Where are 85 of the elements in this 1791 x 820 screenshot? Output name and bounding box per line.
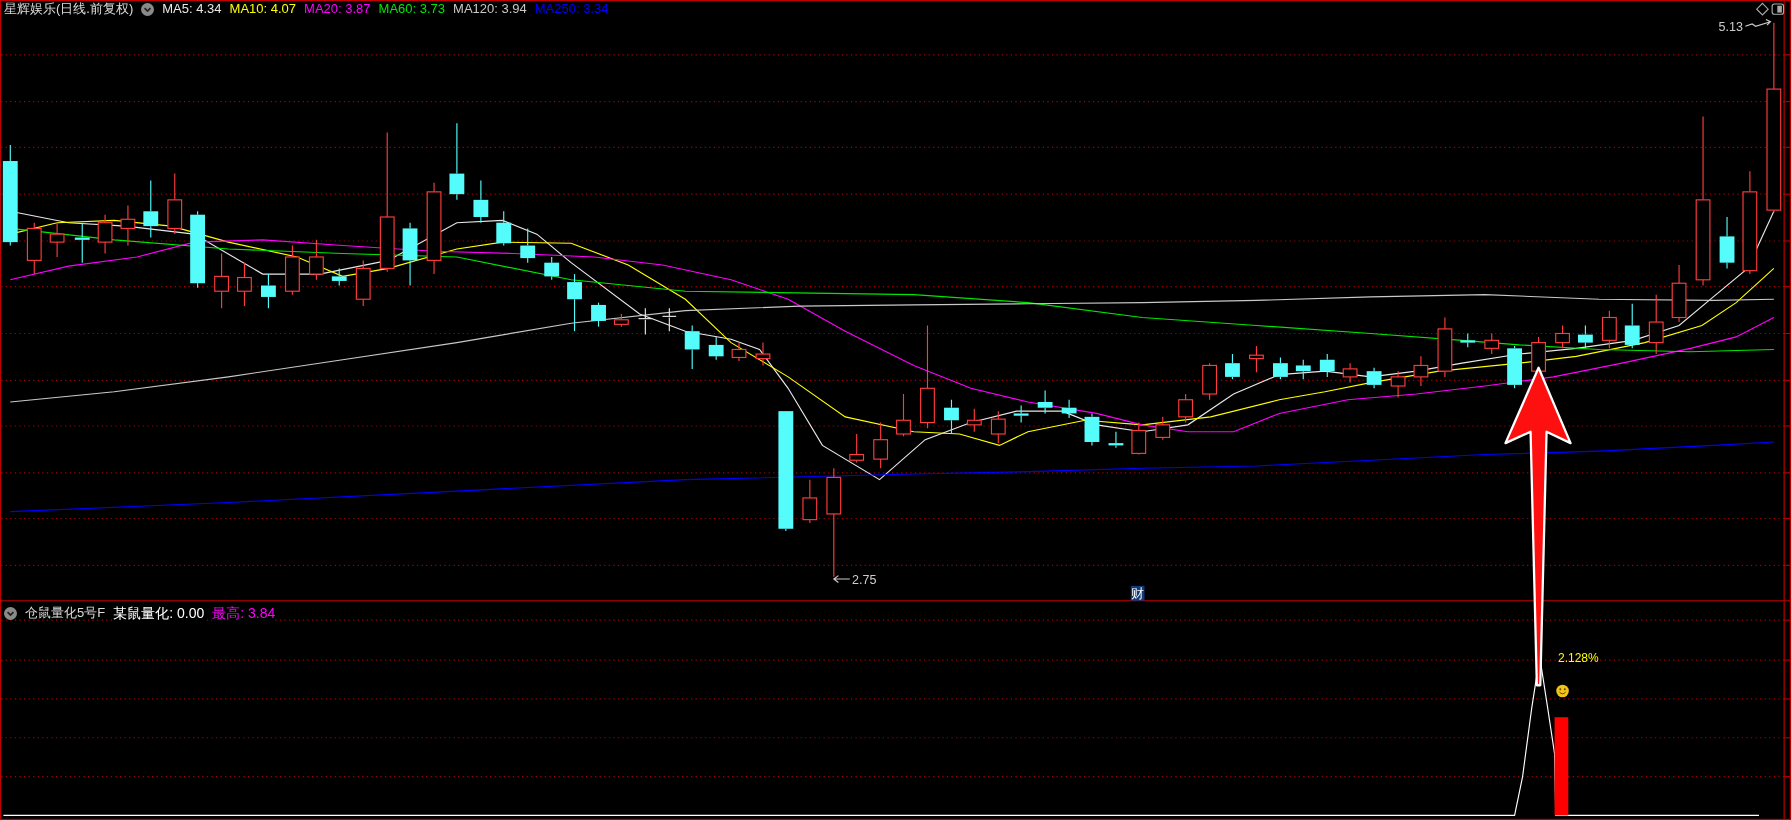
candlestick: [402, 222, 418, 287]
candlestick: [1648, 294, 1664, 355]
candlestick: [1671, 264, 1687, 323]
leader-arrow: [832, 575, 851, 584]
candlestick: [1460, 332, 1476, 348]
candlestick: [1273, 356, 1288, 380]
candlestick: [849, 433, 865, 464]
indicator-title: 仓鼠量化5号F: [25, 605, 106, 621]
candlestick: [731, 342, 747, 362]
price-label: 5.13: [1718, 19, 1744, 34]
candlestick: [97, 214, 113, 255]
candlestick: [802, 479, 818, 524]
candlestick: [1037, 390, 1053, 414]
leader-arrow: [1744, 18, 1772, 27]
finance-marker[interactable]: 财: [1130, 585, 1145, 601]
candlestick: [1084, 412, 1100, 446]
candlestick: [944, 399, 959, 435]
candlestick: [49, 222, 65, 258]
moving-average-label: MA250: 3.34: [534, 1, 609, 17]
candlestick: [637, 307, 653, 336]
candlestick: [1413, 355, 1429, 387]
candlestick: [966, 408, 982, 433]
candlestick: [544, 256, 560, 281]
candlestick: [1131, 422, 1147, 456]
candlestick: [896, 393, 911, 437]
candlestick: [496, 210, 512, 247]
candlestick: [520, 227, 536, 264]
candlestick: [1178, 393, 1194, 424]
candlestick: [591, 302, 606, 328]
candlestick: [755, 342, 771, 367]
moving-average-label: MA10: 4.07: [229, 1, 297, 17]
candlestick: [1719, 216, 1735, 269]
smiley-icon: [1556, 684, 1569, 698]
candlestick: [261, 273, 276, 309]
candlestick: [1601, 310, 1617, 349]
candlestick: [308, 239, 324, 281]
candlestick: [1555, 324, 1570, 349]
candlestick: [1342, 362, 1358, 384]
candlestick: [74, 222, 90, 264]
candlestick: [873, 422, 889, 469]
candlestick: [990, 410, 1006, 444]
moving-average-label: MA60: 3.73: [378, 1, 446, 17]
stock-title: 星辉娱乐(日线.前复权): [4, 1, 134, 17]
candlestick: [1295, 359, 1311, 380]
candlestick: [26, 222, 42, 275]
chevron-down-icon[interactable]: [141, 2, 155, 16]
candlestick: [613, 313, 629, 328]
candlestick: [167, 173, 183, 235]
candlestick: [661, 307, 677, 332]
candlestick: [684, 324, 700, 370]
diamond-icon[interactable]: [1755, 2, 1769, 16]
candlestick: [1366, 367, 1382, 389]
candlestick: [1437, 316, 1453, 378]
candlestick: [1108, 431, 1124, 449]
candlestick: [285, 244, 300, 296]
candlestick: [143, 179, 159, 239]
candlestick: [1578, 324, 1593, 349]
chevron-down-icon[interactable]: [4, 606, 17, 620]
candlestick: [1202, 362, 1218, 401]
candlestick: [567, 273, 582, 332]
indicator-reading: 最高: 3.84: [212, 605, 276, 621]
indicator-reading: 某鼠量化: 0.00: [113, 605, 205, 621]
moving-average-label: MA5: 4.34: [162, 1, 222, 17]
candlestick: [355, 259, 371, 307]
candlestick: [1319, 353, 1335, 378]
candlestick: [120, 205, 136, 247]
price-label: 2.75: [852, 572, 877, 587]
candlestick: [1013, 404, 1029, 424]
candlestick: [1155, 416, 1171, 441]
candlestick: [237, 262, 252, 307]
candlestick: [473, 179, 489, 224]
candlestick: [1484, 332, 1500, 355]
candlestick: [708, 336, 724, 361]
candlestick: [1390, 370, 1406, 398]
candlestick: [1624, 303, 1640, 349]
signal-label: 2.128%: [1558, 651, 1599, 666]
moving-average-label: MA20: 3.87: [304, 1, 371, 17]
candlestick: [1249, 345, 1264, 373]
candlestick: [1061, 399, 1077, 419]
candlestick: [331, 267, 347, 287]
candlestick: [1507, 345, 1522, 389]
panel-toggle-icon[interactable]: [1771, 3, 1785, 15]
candlestick: [1225, 353, 1240, 380]
candlestick: [214, 252, 229, 309]
moving-average-label: MA120: 3.94: [453, 1, 527, 17]
